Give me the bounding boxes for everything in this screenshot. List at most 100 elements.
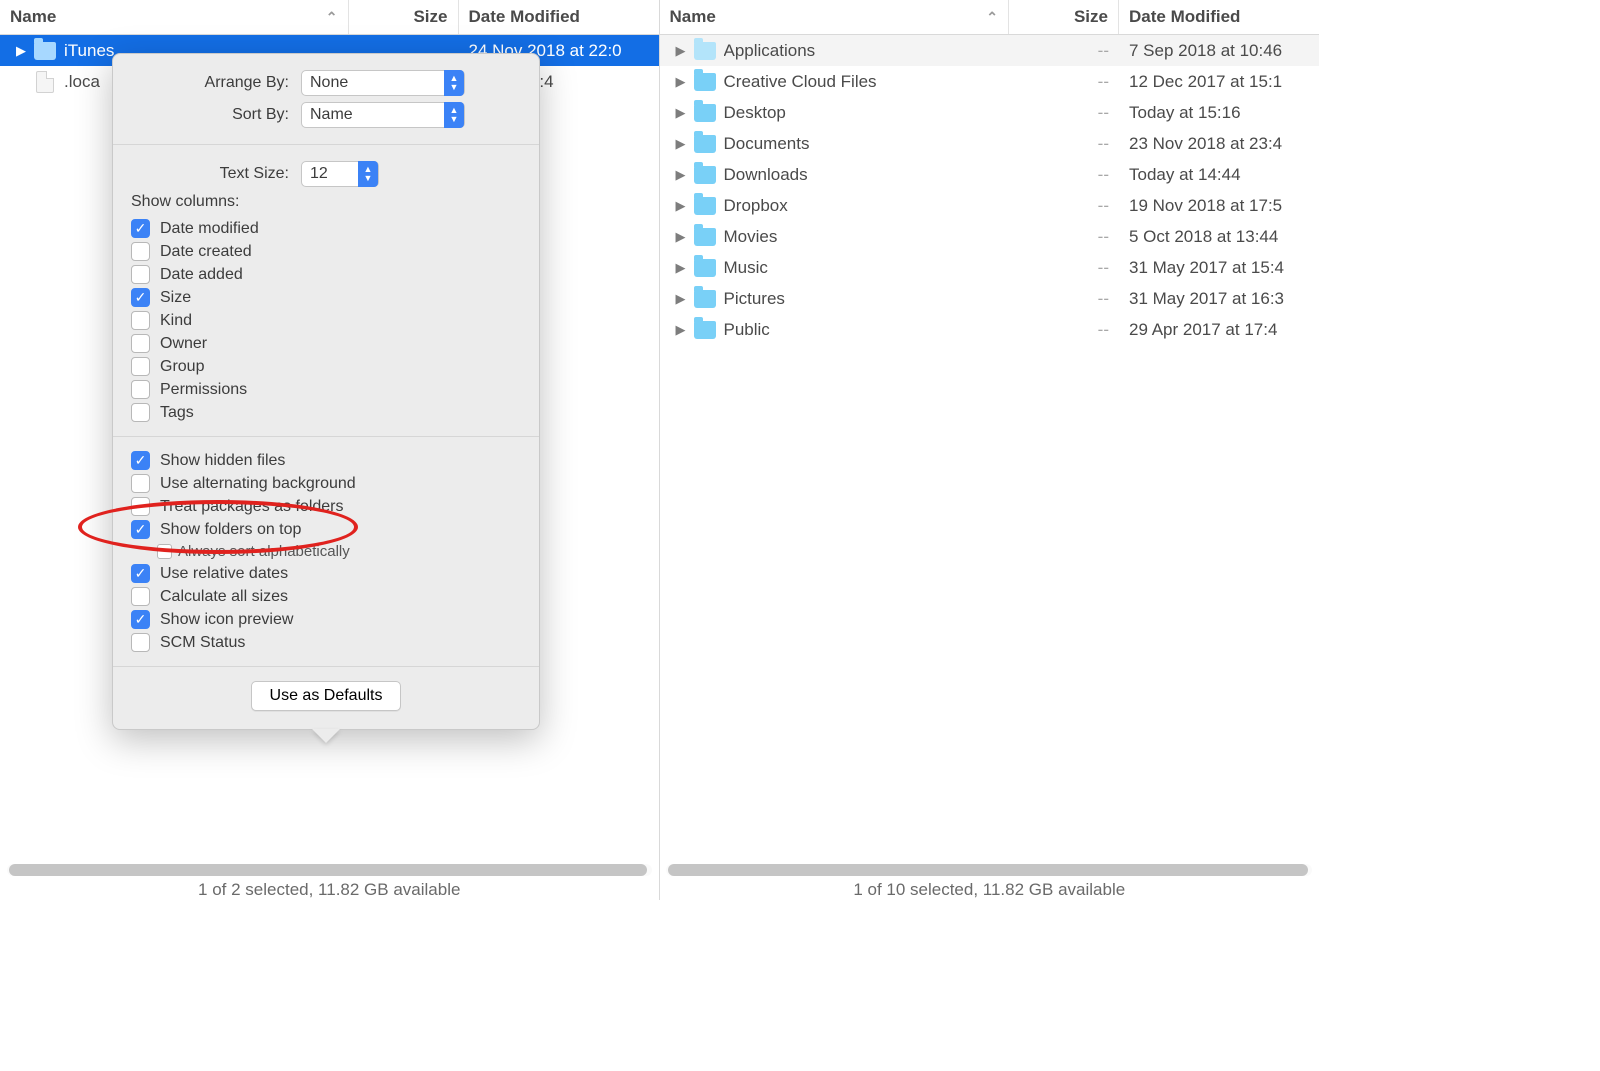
text-size-label: Text Size: [131, 165, 301, 183]
horizontal-scrollbar[interactable] [7, 864, 652, 876]
disclosure-triangle-icon[interactable]: ▶ [14, 43, 28, 59]
column-option-checkbox[interactable]: Permissions [131, 380, 521, 399]
file-date: 31 May 2017 at 15:4 [1119, 258, 1319, 278]
file-size: -- [1009, 103, 1119, 123]
file-date: 29 Apr 2017 at 17:4 [1119, 320, 1319, 340]
checkbox-icon [131, 265, 150, 284]
disclosure-triangle-icon[interactable]: ▶ [674, 229, 688, 245]
disclosure-triangle-icon[interactable]: ▶ [674, 322, 688, 338]
display-option-checkbox[interactable]: ✓Show folders on top [131, 520, 521, 539]
file-name: Downloads [724, 165, 1010, 185]
table-row[interactable]: ▶Downloads--Today at 14:44 [660, 159, 1320, 190]
disclosure-triangle-icon[interactable]: ▶ [674, 136, 688, 152]
file-name: Creative Cloud Files [724, 72, 1010, 92]
checkbox-label: Owner [160, 335, 207, 353]
horizontal-scrollbar[interactable] [666, 864, 1312, 876]
disclosure-triangle-icon[interactable]: ▶ [674, 105, 688, 121]
column-date[interactable]: Date Modified [459, 0, 659, 34]
column-header: Name⌃ Size Date Modified [0, 0, 659, 35]
checkbox-label: Show icon preview [160, 611, 293, 629]
use-as-defaults-button[interactable]: Use as Defaults [251, 681, 402, 711]
checkbox-icon [131, 357, 150, 376]
column-option-checkbox[interactable]: Date created [131, 242, 521, 261]
sort-by-label: Sort By: [131, 106, 301, 124]
file-size: -- [1009, 72, 1119, 92]
checkbox-icon [131, 334, 150, 353]
sort-caret-icon: ⌃ [980, 9, 998, 26]
sort-by-select[interactable]: Name▲▼ [301, 102, 465, 128]
checkbox-icon [131, 311, 150, 330]
column-option-checkbox[interactable]: Kind [131, 311, 521, 330]
table-row[interactable]: ▶ Documents--23 Nov 2018 at 23:4 [660, 128, 1320, 159]
checkbox-label: Kind [160, 312, 192, 330]
checkbox-icon: ✓ [131, 564, 150, 583]
checkbox-label: Treat packages as folders [160, 498, 344, 516]
right-pane: Name⌃ Size Date Modified ▶Applications--… [660, 0, 1320, 900]
checkbox-label: Group [160, 358, 204, 376]
checkbox-label: Use relative dates [160, 565, 288, 583]
file-size: -- [1009, 258, 1119, 278]
checkbox-icon [131, 242, 150, 261]
display-option-checkbox[interactable]: ✓ Show hidden files [131, 451, 521, 470]
table-row[interactable]: ▶Dropbox--19 Nov 2018 at 17:5 [660, 190, 1320, 221]
checkbox-label: Permissions [160, 381, 247, 399]
disclosure-triangle-icon[interactable]: ▶ [674, 74, 688, 90]
column-option-checkbox[interactable]: Date added [131, 265, 521, 284]
checkbox-icon: ✓ [131, 610, 150, 629]
file-date: 7 Sep 2018 at 10:46 [1119, 41, 1319, 61]
table-row[interactable]: ▶Music--31 May 2017 at 15:4 [660, 252, 1320, 283]
column-option-checkbox[interactable]: ✓Size [131, 288, 521, 307]
table-row[interactable]: ▶Movies--5 Oct 2018 at 13:44 [660, 221, 1320, 252]
left-pane: Name⌃ Size Date Modified ▶iTunes24 Nov 2… [0, 0, 660, 900]
disclosure-triangle-icon[interactable]: ▶ [674, 167, 688, 183]
display-option-checkbox[interactable]: Treat packages as folders [131, 497, 521, 516]
column-name[interactable]: Name⌃ [660, 0, 1010, 34]
checkbox-label: Show hidden files [160, 452, 285, 470]
display-option-checkbox[interactable]: ✓ Use relative dates [131, 564, 521, 583]
checkbox-label: Show folders on top [160, 521, 301, 539]
file-size: -- [1009, 134, 1119, 154]
text-size-select[interactable]: 12▲▼ [301, 161, 379, 187]
column-option-checkbox[interactable]: Owner [131, 334, 521, 353]
table-row[interactable]: ▶Public--29 Apr 2017 at 17:4 [660, 314, 1320, 345]
checkbox-label: Use alternating background [160, 475, 356, 493]
file-date: 23 Nov 2018 at 23:4 [1119, 134, 1319, 154]
checkbox-icon: ✓ [131, 451, 150, 470]
table-row[interactable]: ▶Creative Cloud Files--12 Dec 2017 at 15… [660, 66, 1320, 97]
checkbox-icon [131, 587, 150, 606]
display-option-checkbox[interactable]: Calculate all sizes [131, 587, 521, 606]
display-option-checkbox[interactable]: ✓ Show icon preview [131, 610, 521, 629]
column-option-checkbox[interactable]: ✓Date modified [131, 219, 521, 238]
file-name: Documents [724, 134, 1010, 154]
display-option-checkbox[interactable]: SCM Status [131, 633, 521, 652]
checkbox-label: SCM Status [160, 634, 245, 652]
checkbox-label: Always sort alphabetically [178, 543, 350, 560]
status-text: 1 of 2 selected, 11.82 GB available [198, 880, 460, 900]
status-bar-right: 1 of 10 selected, 11.82 GB available [660, 866, 1320, 900]
column-size[interactable]: Size [1009, 0, 1119, 34]
disclosure-triangle-icon[interactable]: ▶ [674, 291, 688, 307]
folder-icon [694, 319, 716, 341]
display-sub-option-checkbox[interactable]: Always sort alphabetically [157, 543, 521, 560]
folder-icon [694, 40, 716, 62]
folder-icon [694, 133, 716, 155]
show-columns-heading: Show columns: [131, 193, 521, 211]
table-row[interactable]: ▶Applications--7 Sep 2018 at 10:46 [660, 35, 1320, 66]
checkbox-icon: ✓ [131, 219, 150, 238]
display-option-checkbox[interactable]: Use alternating background [131, 474, 521, 493]
disclosure-triangle-icon[interactable]: ▶ [674, 260, 688, 276]
disclosure-triangle-icon[interactable]: ▶ [674, 43, 688, 59]
file-name: Desktop [724, 103, 1010, 123]
arrange-by-select[interactable]: None▲▼ [301, 70, 465, 96]
table-row[interactable]: ▶Pictures--31 May 2017 at 16:3 [660, 283, 1320, 314]
column-date[interactable]: Date Modified [1119, 0, 1319, 34]
disclosure-triangle-icon[interactable]: ▶ [674, 198, 688, 214]
column-size[interactable]: Size [349, 0, 459, 34]
file-size: -- [1009, 320, 1119, 340]
column-name[interactable]: Name⌃ [0, 0, 349, 34]
checkbox-label: Tags [160, 404, 194, 422]
column-option-checkbox[interactable]: Group [131, 357, 521, 376]
column-option-checkbox[interactable]: Tags [131, 403, 521, 422]
table-row[interactable]: ▶Desktop--Today at 15:16 [660, 97, 1320, 128]
folder-icon [694, 288, 716, 310]
